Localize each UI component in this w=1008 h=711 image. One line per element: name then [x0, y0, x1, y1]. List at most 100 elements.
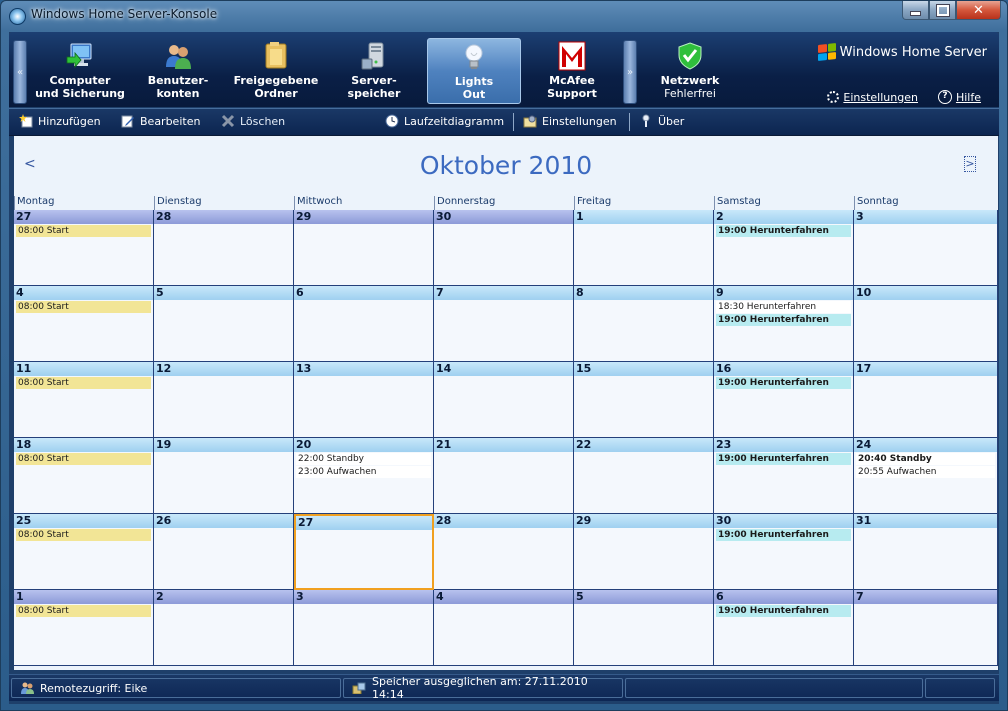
- calendar-day-cell[interactable]: 21: [434, 438, 574, 514]
- calendar-event[interactable]: 20:40 Standby: [856, 453, 995, 465]
- home-server-app-icon[interactable]: [9, 8, 26, 25]
- calendar-day-cell[interactable]: 20 22:00 Standby 23:00 Aufwachen: [294, 438, 434, 514]
- tab-label-line1: Server-: [351, 74, 397, 87]
- calendar-event[interactable]: 08:00 Start: [16, 301, 151, 313]
- calendar-event[interactable]: 19:00 Herunterfahren: [716, 225, 851, 237]
- edit-button[interactable]: Bearbeiten: [121, 114, 200, 128]
- network-status-text: Fehlerfrei: [664, 87, 716, 100]
- next-month-button[interactable]: >: [964, 156, 976, 172]
- toolbar-settings-button[interactable]: Einstellungen: [523, 114, 617, 128]
- calendar-event[interactable]: 23:00 Aufwachen: [296, 466, 431, 478]
- calendar-day-cell[interactable]: 2 19:00 Herunterfahren: [714, 210, 854, 286]
- tab-user-accounts[interactable]: Benutzer- konten: [131, 38, 225, 104]
- calendar-day-cell[interactable]: 28: [154, 210, 294, 286]
- calendar-day-cell[interactable]: 12: [154, 362, 294, 438]
- calendar-day-cell[interactable]: 10: [854, 286, 998, 362]
- calendar-day-cell[interactable]: 28: [434, 514, 574, 590]
- add-button[interactable]: Hinzufügen: [19, 114, 101, 128]
- calendar-event[interactable]: 19:00 Herunterfahren: [716, 529, 851, 541]
- day-number: 18: [14, 438, 153, 452]
- calendar-day-cell[interactable]: 7: [434, 286, 574, 362]
- calendar-event[interactable]: 08:00 Start: [16, 529, 151, 541]
- day-number: 29: [294, 210, 433, 224]
- scroll-tabs-right-button[interactable]: »: [623, 40, 637, 104]
- minimize-button[interactable]: [902, 1, 929, 20]
- calendar-month-title: Oktober 2010: [419, 151, 593, 180]
- calendar-day-cell[interactable]: 25 08:00 Start: [14, 514, 154, 590]
- day-number: 28: [434, 514, 573, 528]
- calendar-day-cell[interactable]: 19: [154, 438, 294, 514]
- settings-link[interactable]: Einstellungen: [827, 90, 918, 104]
- calendar-event[interactable]: 19:00 Herunterfahren: [716, 314, 851, 326]
- tab-shared-folders[interactable]: Freigegebene Ordner: [229, 38, 323, 104]
- mcafee-icon: [557, 41, 587, 71]
- about-button[interactable]: Über: [639, 114, 684, 128]
- weekday-header: Freitag: [574, 196, 714, 210]
- calendar-day-cell[interactable]: 27 08:00 Start: [14, 210, 154, 286]
- calendar-event[interactable]: 08:00 Start: [16, 453, 151, 465]
- day-number: 30: [714, 514, 853, 528]
- calendar-day-cell[interactable]: 1 08:00 Start: [14, 590, 154, 666]
- scroll-tabs-left-button[interactable]: «: [13, 40, 27, 104]
- calendar-day-cell-today[interactable]: 27: [294, 514, 434, 590]
- calendar-day-cell[interactable]: 31: [854, 514, 998, 590]
- calendar-event[interactable]: 08:00 Start: [16, 377, 151, 389]
- delete-button[interactable]: Löschen: [221, 114, 285, 128]
- calendar-day-cell[interactable]: 30 19:00 Herunterfahren: [714, 514, 854, 590]
- calendar-day-cell[interactable]: 5: [154, 286, 294, 362]
- calendar-day-cell[interactable]: 2: [154, 590, 294, 666]
- calendar-event[interactable]: 08:00 Start: [16, 225, 151, 237]
- app-window: Windows Home Server-Konsole ✕ « Computer…: [0, 0, 1008, 711]
- calendar-day-cell[interactable]: 4 08:00 Start: [14, 286, 154, 362]
- calendar-day-cell[interactable]: 1: [574, 210, 714, 286]
- network-shield-icon: [675, 41, 705, 71]
- calendar-day-cell[interactable]: 6 19:00 Herunterfahren: [714, 590, 854, 666]
- calendar-day-cell[interactable]: 22: [574, 438, 714, 514]
- calendar-day-cell[interactable]: 29: [294, 210, 434, 286]
- calendar-day-cell[interactable]: 29: [574, 514, 714, 590]
- runtime-chart-button[interactable]: Laufzeitdiagramm: [385, 114, 504, 128]
- calendar-day-cell[interactable]: 30: [434, 210, 574, 286]
- calendar-event[interactable]: 18:30 Herunterfahren: [716, 301, 851, 313]
- calendar-day-cell[interactable]: 6: [294, 286, 434, 362]
- calendar-event[interactable]: 19:00 Herunterfahren: [716, 453, 851, 465]
- weekday-header: Donnerstag: [434, 196, 574, 210]
- calendar-day-cell[interactable]: 11 08:00 Start: [14, 362, 154, 438]
- tab-computer-backup[interactable]: Computer und Sicherung: [33, 38, 127, 104]
- calendar-day-cell[interactable]: 3: [854, 210, 998, 286]
- windows-home-server-logo: Windows Home Server: [817, 43, 987, 61]
- status-segment-empty: [625, 678, 923, 698]
- tab-mcafee-support[interactable]: McAfee Support: [525, 38, 619, 104]
- calendar-day-cell[interactable]: 4: [434, 590, 574, 666]
- maximize-button[interactable]: [929, 1, 956, 20]
- calendar-day-cell[interactable]: 26: [154, 514, 294, 590]
- calendar-day-cell[interactable]: 23 19:00 Herunterfahren: [714, 438, 854, 514]
- calendar-day-cell[interactable]: 7: [854, 590, 998, 666]
- help-link[interactable]: ? Hilfe: [937, 90, 981, 104]
- calendar-day-cell[interactable]: 18 08:00 Start: [14, 438, 154, 514]
- tab-server-storage[interactable]: Server- speicher: [327, 38, 421, 104]
- title-bar[interactable]: Windows Home Server-Konsole ✕: [1, 1, 1007, 31]
- calendar-day-cell[interactable]: 17: [854, 362, 998, 438]
- tab-label-line1: Lights: [454, 75, 494, 88]
- calendar-day-cell[interactable]: 3: [294, 590, 434, 666]
- calendar-day-cell[interactable]: 5: [574, 590, 714, 666]
- calendar-day-cell[interactable]: 24 20:40 Standby 20:55 Aufwachen: [854, 438, 998, 514]
- calendar-event[interactable]: 19:00 Herunterfahren: [716, 605, 851, 617]
- window-title: Windows Home Server-Konsole: [31, 7, 218, 21]
- calendar-event[interactable]: 08:00 Start: [16, 605, 151, 617]
- calendar-event[interactable]: 22:00 Standby: [296, 453, 431, 465]
- network-status[interactable]: Netzwerk Fehlerfrei: [643, 38, 737, 104]
- calendar-event[interactable]: 20:55 Aufwachen: [856, 466, 995, 478]
- calendar-event[interactable]: 19:00 Herunterfahren: [716, 377, 851, 389]
- tab-navigation-bar: « Computer und Sicherung Benutzer- konte…: [9, 32, 999, 107]
- calendar-day-cell[interactable]: 16 19:00 Herunterfahren: [714, 362, 854, 438]
- calendar-day-cell[interactable]: 9 18:30 Herunterfahren 19:00 Herunterfahre…: [714, 286, 854, 362]
- calendar-day-cell[interactable]: 13: [294, 362, 434, 438]
- calendar-day-cell[interactable]: 8: [574, 286, 714, 362]
- tab-lights-out[interactable]: Lights Out: [427, 38, 521, 104]
- close-button[interactable]: ✕: [956, 1, 1001, 20]
- calendar-day-cell[interactable]: 14: [434, 362, 574, 438]
- calendar-day-cell[interactable]: 15: [574, 362, 714, 438]
- tab-label-line2: Out: [462, 88, 486, 101]
